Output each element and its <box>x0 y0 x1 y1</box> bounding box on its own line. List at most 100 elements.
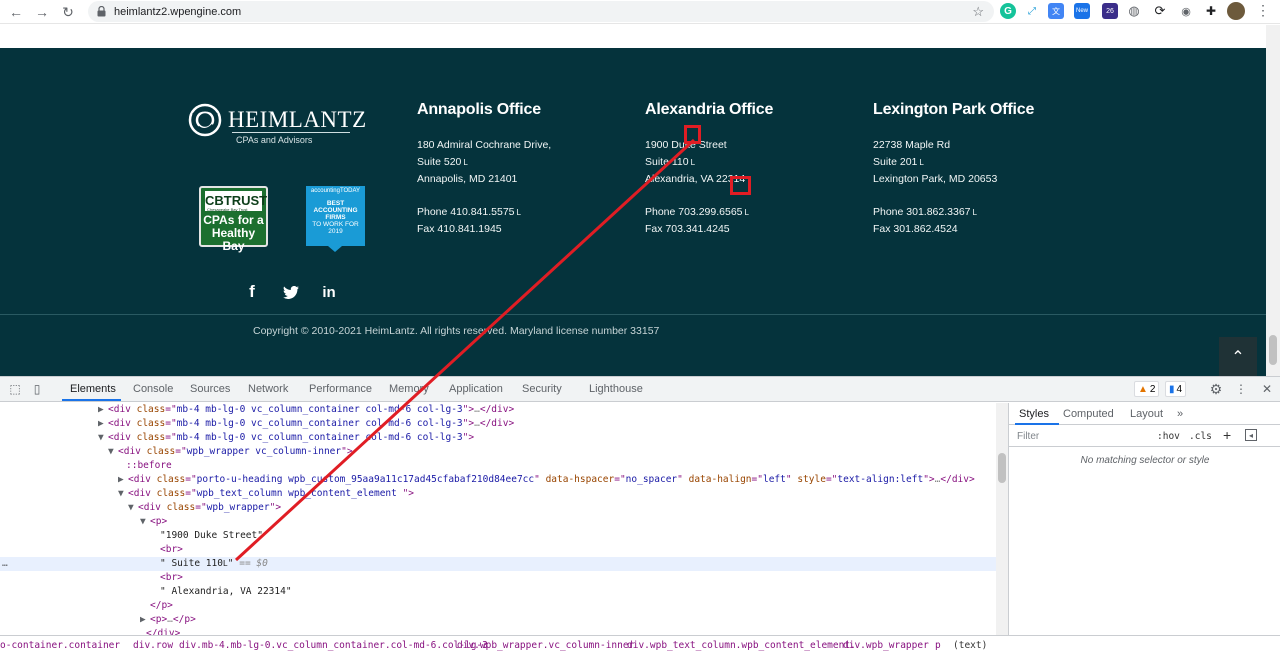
expand-icon[interactable]: ⤢ <box>1024 3 1040 19</box>
breadcrumb-item[interactable]: div.row <box>133 640 173 651</box>
scrollbar-thumb[interactable] <box>1269 335 1277 365</box>
elements-scrollbar[interactable] <box>996 403 1008 635</box>
camera-icon[interactable]: ◉ <box>1178 3 1194 19</box>
cbtrust-badge[interactable]: CBTRUST Chesapeake Bay Trust CPAs for a … <box>199 186 268 253</box>
close-devtools-icon[interactable]: ✕ <box>1260 382 1274 396</box>
new-extension-icon[interactable]: New <box>1074 3 1090 19</box>
facebook-icon[interactable]: f <box>243 282 261 301</box>
page-scrollbar[interactable] <box>1266 25 1280 376</box>
cls-toggle[interactable]: .cls <box>1189 431 1212 442</box>
dom-node[interactable]: ▼ <p> <box>0 515 996 529</box>
tab-lighthouse[interactable]: Lighthouse <box>589 383 643 395</box>
reload-button[interactable]: ↻ <box>56 1 80 23</box>
dom-node[interactable]: ▼ <div class="wpb_wrapper"> <box>0 501 996 515</box>
toggle-sidebar-icon[interactable]: ◂ <box>1245 429 1257 441</box>
tab-computed[interactable]: Computed <box>1063 408 1114 420</box>
tab-memory[interactable]: Memory <box>389 383 429 395</box>
office-lexington-park: Lexington Park Office 22738 Maple Rd Sui… <box>873 100 1034 238</box>
dom-node[interactable]: ▶ <p>…</p> <box>0 613 996 627</box>
tab-network[interactable]: Network <box>248 383 288 395</box>
lock-icon[interactable] <box>94 5 108 19</box>
warnings-badge[interactable]: ▲ 2 <box>1134 381 1160 397</box>
url-text: heimlantz2.wpengine.com <box>114 5 242 18</box>
office-phone[interactable]: Phone 703.299.6565 <box>645 206 743 218</box>
tab-layout[interactable]: Layout <box>1130 408 1163 420</box>
more-tabs-icon[interactable]: » <box>1177 408 1183 420</box>
dom-node[interactable]: <br> <box>0 543 996 557</box>
star-icon[interactable]: ☆ <box>972 4 984 20</box>
highlight-box-suite <box>684 125 701 144</box>
dom-node[interactable]: ▼ <div class="wpb_text_column wpb_content… <box>0 487 996 501</box>
office-address1: 180 Admiral Cochrane Drive, <box>417 139 552 151</box>
new-badge-label: New <box>1075 8 1088 14</box>
back-to-top-button[interactable]: ⌃ <box>1219 337 1257 376</box>
extension-26-icon[interactable]: 26 <box>1102 3 1118 19</box>
accounting-today-badge[interactable]: accountingTODAY BEST ACCOUNTING FIRMS TO… <box>306 186 365 252</box>
avatar[interactable] <box>1227 2 1245 20</box>
at-line2: ACCOUNTING <box>313 207 358 214</box>
twitter-icon[interactable] <box>282 283 300 301</box>
breadcrumb-item[interactable]: div.wpb_text_column.wpb_content_element. <box>627 640 856 651</box>
tab-application[interactable]: Application <box>449 383 503 395</box>
at-brand: accountingTODAY <box>310 188 361 194</box>
breadcrumb-item[interactable]: div.wpb_wrapper <box>843 640 929 651</box>
more-options-icon[interactable]: ⋮ <box>1234 382 1248 396</box>
office-address2: Suite 110 <box>645 156 689 168</box>
office-title: Alexandria Office <box>645 101 774 118</box>
heimlantz-logo[interactable]: HEIMLANTZ CPAs and Advisors <box>188 103 366 148</box>
dom-node[interactable]: ▶ <div class="porto-u-heading wpb_custom_… <box>0 473 996 487</box>
translate-icon[interactable]: 文 <box>1048 3 1064 19</box>
dom-node[interactable]: ▶ <div class="mb-4 mb-lg-0 vc_column_cont… <box>0 417 996 431</box>
dom-node[interactable]: ▼ <div class="mb-4 mb-lg-0 vc_column_cont… <box>0 431 996 445</box>
dom-node[interactable]: ▼ <div class="wpb_wrapper vc_column-inner… <box>0 445 996 459</box>
at-tail <box>328 246 342 252</box>
styles-empty-message: No matching selector or style <box>1080 455 1210 466</box>
styles-filter-bar: Filter :hov .cls + ◂ <box>1009 425 1280 447</box>
new-rule-button[interactable]: + <box>1223 427 1231 443</box>
breadcrumb-item[interactable]: p <box>935 640 941 651</box>
elements-tree[interactable]: ▶ <div class="mb-4 mb-lg-0 vc_column_cont… <box>0 403 996 635</box>
breadcrumb-item[interactable]: o-container.container <box>0 640 120 651</box>
back-button[interactable]: ← <box>4 1 28 23</box>
grammarly-icon[interactable]: G <box>1000 3 1016 19</box>
messages-badge[interactable]: ▮ 4 <box>1165 381 1187 397</box>
tab-performance[interactable]: Performance <box>309 383 372 395</box>
footer-divider <box>0 314 1266 315</box>
stray-char: L <box>463 158 468 167</box>
breadcrumb-item[interactable]: (text) <box>953 640 987 651</box>
tab-sources[interactable]: Sources <box>190 383 230 395</box>
puzzle-icon[interactable]: ✚ <box>1203 3 1219 19</box>
dom-node[interactable]: </p> <box>0 599 996 613</box>
dom-node[interactable]: ::before <box>0 459 996 473</box>
sync-icon[interactable]: ⟳ <box>1152 3 1168 19</box>
dom-node[interactable]: </div> <box>0 627 996 635</box>
inspect-icon[interactable]: ⬚ <box>8 382 22 396</box>
dom-text-node[interactable]: " Alexandria, VA 22314" <box>0 585 996 599</box>
settings-gear-icon[interactable]: ⚙ <box>1209 381 1223 397</box>
dom-text-node[interactable]: "1900 Duke Street" <box>0 529 996 543</box>
cbtrust-subtitle: Chesapeake Bay Trust <box>207 207 248 212</box>
tab-elements[interactable]: Elements <box>70 383 116 395</box>
breadcrumb-item[interactable]: div.mb-4.mb-lg-0.vc_column_container.col… <box>179 640 488 651</box>
menu-icon[interactable]: ⋮ <box>1256 2 1270 19</box>
address-bar[interactable]: heimlantz2.wpengine.com ☆ <box>88 1 994 22</box>
breadcrumb-item[interactable]: div.wpb_wrapper.vc_column-inner <box>457 640 634 651</box>
office-phone[interactable]: Phone 410.841.5575 <box>417 206 515 218</box>
dom-node[interactable]: ▶ <div class="mb-4 mb-lg-0 vc_column_cont… <box>0 403 996 417</box>
dom-text-node-selected[interactable]: … " Suite 110L" == $0 <box>0 557 996 571</box>
scrollbar-thumb[interactable] <box>998 453 1006 483</box>
forward-button[interactable]: → <box>30 1 54 23</box>
office-fax: Fax 410.841.1945 <box>417 223 502 235</box>
device-toolbar-icon[interactable]: ▯ <box>30 382 44 396</box>
tab-console[interactable]: Console <box>133 383 173 395</box>
dom-node[interactable]: <br> <box>0 571 996 585</box>
office-phone[interactable]: Phone 301.862.3367 <box>873 206 971 218</box>
row-more-icon[interactable]: … <box>2 557 8 571</box>
office-title: Annapolis Office <box>417 101 541 118</box>
filter-input[interactable]: Filter <box>1017 431 1039 442</box>
tab-security[interactable]: Security <box>522 383 562 395</box>
linkedin-icon[interactable]: in <box>320 283 338 301</box>
hov-toggle[interactable]: :hov <box>1157 431 1180 442</box>
globe-icon[interactable]: ◍ <box>1126 3 1142 19</box>
tab-styles[interactable]: Styles <box>1019 408 1049 420</box>
